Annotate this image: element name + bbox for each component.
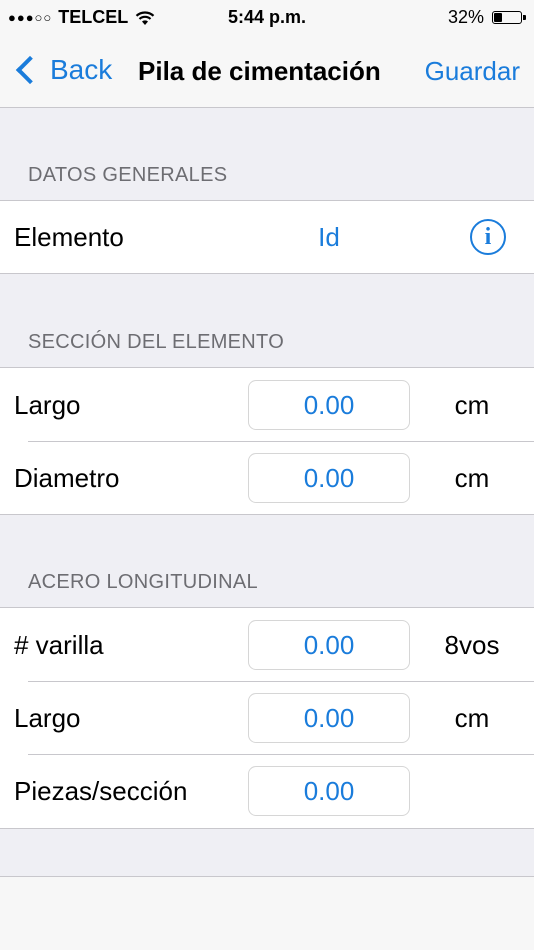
- back-label: Back: [50, 54, 113, 85]
- chevron-left-icon: [15, 55, 45, 85]
- battery-fill: [494, 13, 502, 22]
- row-label: Diametro: [14, 463, 120, 493]
- element-label: Elemento: [14, 222, 124, 252]
- status-bar: ●●●○○ TELCEL 5:44 p.m. 32%: [0, 0, 534, 36]
- group-section: Largo 0.00 cm Diametro 0.00 cm: [0, 367, 534, 515]
- info-icon[interactable]: i: [470, 219, 506, 255]
- back-button[interactable]: Back: [12, 54, 112, 86]
- section-header-general: DATOS GENERALES: [28, 164, 228, 186]
- diametro-input[interactable]: 0.00: [248, 453, 410, 503]
- piezas-input[interactable]: 0.00: [248, 766, 410, 816]
- row-unit: 8vos: [444, 630, 500, 660]
- row-varilla: # varilla 0.00 8vos: [0, 608, 534, 682]
- row-piezas: Piezas/sección 0.00: [0, 754, 534, 828]
- page-title: Pila de cimentación: [138, 56, 381, 86]
- varilla-input[interactable]: 0.00: [248, 620, 410, 670]
- largo-input[interactable]: 0.00: [248, 380, 410, 430]
- row-unit: cm: [454, 390, 490, 420]
- row-label: Largo: [14, 390, 81, 420]
- row-unit: cm: [454, 703, 490, 733]
- row-element[interactable]: Elemento Id i: [0, 201, 534, 273]
- row-unit: cm: [454, 463, 490, 493]
- row-label: # varilla: [14, 630, 104, 660]
- element-value[interactable]: Id: [248, 201, 410, 273]
- bottom-toolbar: [0, 877, 534, 950]
- largo-acero-input[interactable]: 0.00: [248, 693, 410, 743]
- row-unit: [420, 754, 524, 828]
- group-steel: # varilla 0.00 8vos Largo 0.00 cm Piezas…: [0, 607, 534, 829]
- row-largo-acero: Largo 0.00 cm: [0, 681, 534, 755]
- row-largo: Largo 0.00 cm: [0, 368, 534, 442]
- row-diametro: Diametro 0.00 cm: [0, 441, 534, 515]
- row-label: Piezas/sección: [14, 776, 188, 806]
- battery-area: 32%: [447, 7, 526, 28]
- row-label: Largo: [14, 703, 81, 733]
- navigation-bar: Back Pila de cimentación Guardar: [0, 36, 534, 108]
- section-header-steel: ACERO LONGITUDINAL: [28, 571, 258, 593]
- save-button[interactable]: Guardar: [425, 56, 520, 87]
- section-header-section: SECCIÓN DEL ELEMENTO: [28, 331, 285, 353]
- battery-percent: 32%: [447, 7, 484, 27]
- group-general: Elemento Id i: [0, 200, 534, 274]
- battery-icon: [492, 11, 526, 24]
